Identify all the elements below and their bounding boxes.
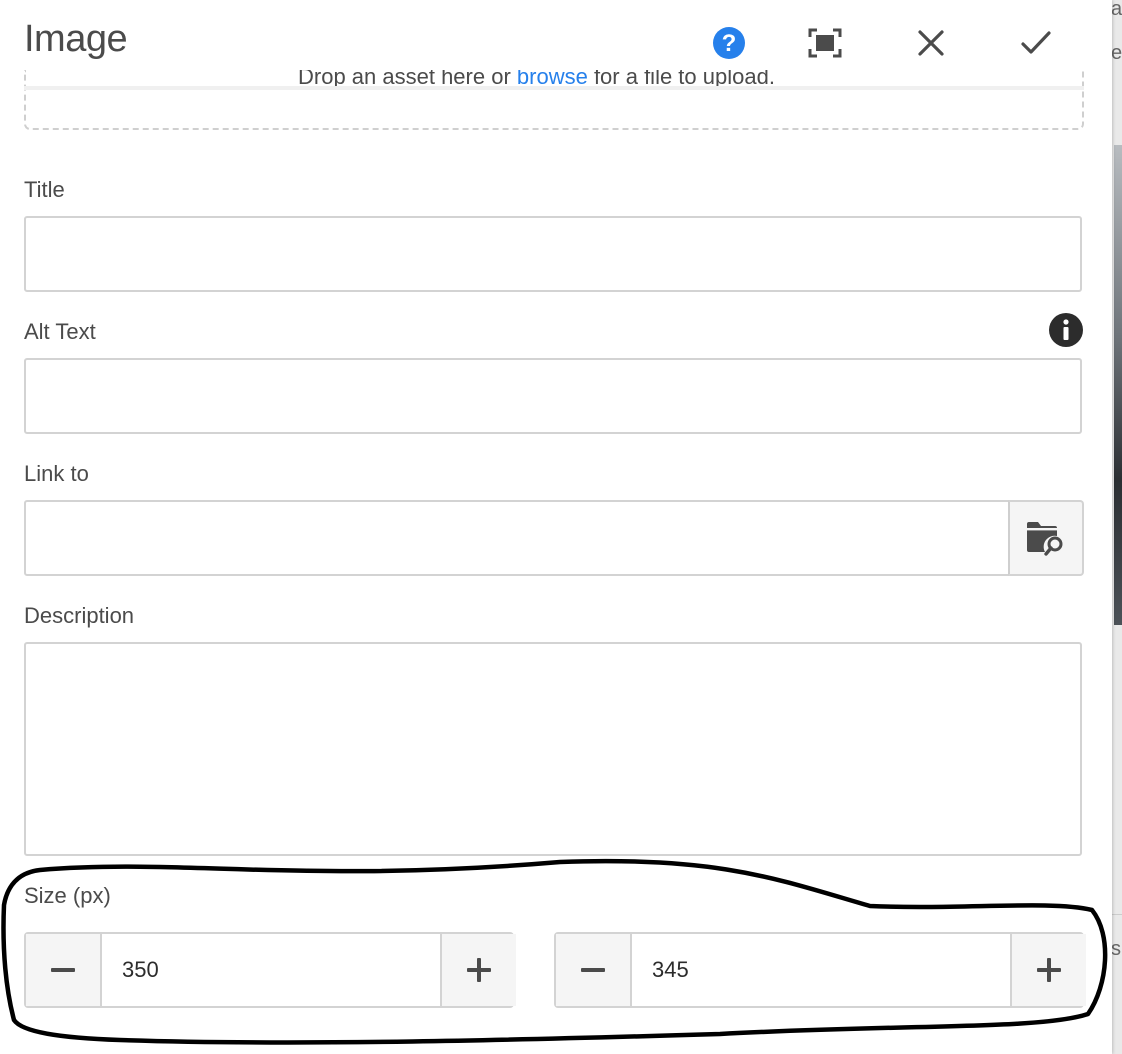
background-divider (1112, 914, 1122, 915)
size-label: Size (px) (24, 883, 111, 908)
background-letter-s: s (1111, 938, 1121, 960)
height-decrement-button[interactable] (556, 934, 632, 1006)
title-label: Title (24, 177, 65, 202)
plus-icon-v (1047, 958, 1051, 982)
width-decrement-button[interactable] (26, 934, 102, 1006)
background-image (1114, 145, 1122, 625)
fullscreen-icon (808, 28, 842, 58)
fullscreen-button[interactable] (804, 22, 846, 64)
height-stepper (554, 932, 1086, 1008)
check-icon (1021, 31, 1051, 54)
done-button[interactable] (1015, 22, 1057, 64)
minus-icon (51, 968, 75, 972)
svg-text:?: ? (722, 30, 737, 57)
info-icon[interactable] (1048, 312, 1084, 348)
close-icon (918, 30, 944, 56)
background-letter-e: e (1111, 42, 1122, 64)
minus-icon (581, 968, 605, 972)
folder-search-icon (1027, 522, 1063, 556)
image-dialog: Image ? Drop an asset here or browse for… (0, 0, 1112, 1054)
title-input[interactable] (24, 216, 1082, 292)
alt-text-input[interactable] (24, 358, 1082, 434)
asset-dropzone[interactable]: Drop an asset here or browse for a file … (24, 70, 1084, 130)
header-divider (24, 86, 1084, 90)
background-letter-a: a (1111, 0, 1122, 20)
width-increment-button[interactable] (440, 934, 516, 1006)
plus-icon-v (477, 958, 481, 982)
link-to-label: Link to (24, 461, 89, 486)
help-icon: ? (713, 27, 745, 59)
dialog-title: Image (24, 18, 128, 60)
description-label: Description (24, 603, 135, 628)
alt-text-label: Alt Text (24, 319, 96, 344)
help-button[interactable]: ? (708, 22, 750, 64)
width-stepper (24, 932, 516, 1008)
height-increment-button[interactable] (1010, 934, 1086, 1006)
height-input[interactable] (632, 934, 1010, 1006)
link-to-input[interactable] (24, 500, 1010, 576)
path-picker-button[interactable] (1008, 500, 1084, 576)
width-input[interactable] (102, 934, 440, 1006)
description-textarea[interactable] (24, 642, 1082, 856)
close-button[interactable] (910, 22, 952, 64)
